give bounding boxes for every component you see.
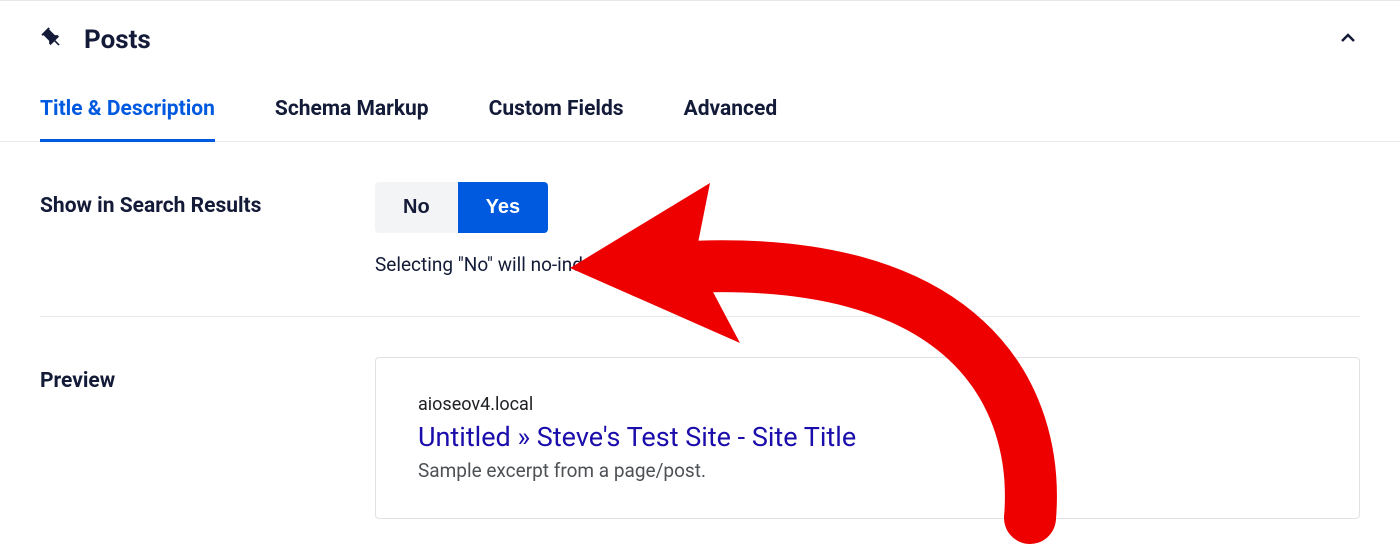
toggle-yes-button[interactable]: Yes [458, 182, 548, 233]
preview-description: Sample excerpt from a page/post. [418, 459, 1317, 482]
tabs: Title & Description Schema Markup Custom… [0, 79, 1400, 142]
tab-title-description[interactable]: Title & Description [40, 79, 215, 142]
toggle-no-button[interactable]: No [375, 182, 458, 233]
panel-header[interactable]: Posts [0, 1, 1400, 79]
tab-advanced[interactable]: Advanced [684, 79, 778, 142]
serp-preview: aioseov4.local Untitled » Steve's Test S… [375, 357, 1360, 519]
pin-icon [40, 26, 64, 54]
setting-preview: Preview aioseov4.local Untitled » Steve'… [40, 317, 1360, 559]
toggle-show-in-search: No Yes [375, 182, 548, 233]
chevron-up-icon [1336, 26, 1360, 54]
tab-schema-markup[interactable]: Schema Markup [275, 79, 429, 142]
panel-title: Posts [84, 25, 151, 55]
setting-label: Preview [40, 357, 375, 519]
setting-label: Show in Search Results [40, 182, 375, 276]
preview-domain: aioseov4.local [418, 394, 1317, 415]
preview-title: Untitled » Steve's Test Site - Site Titl… [418, 421, 1317, 453]
setting-show-in-search: Show in Search Results No Yes Selecting … [40, 142, 1360, 317]
helper-text: Selecting "No" will no-index this page. [375, 253, 1360, 276]
tab-custom-fields[interactable]: Custom Fields [489, 79, 624, 142]
